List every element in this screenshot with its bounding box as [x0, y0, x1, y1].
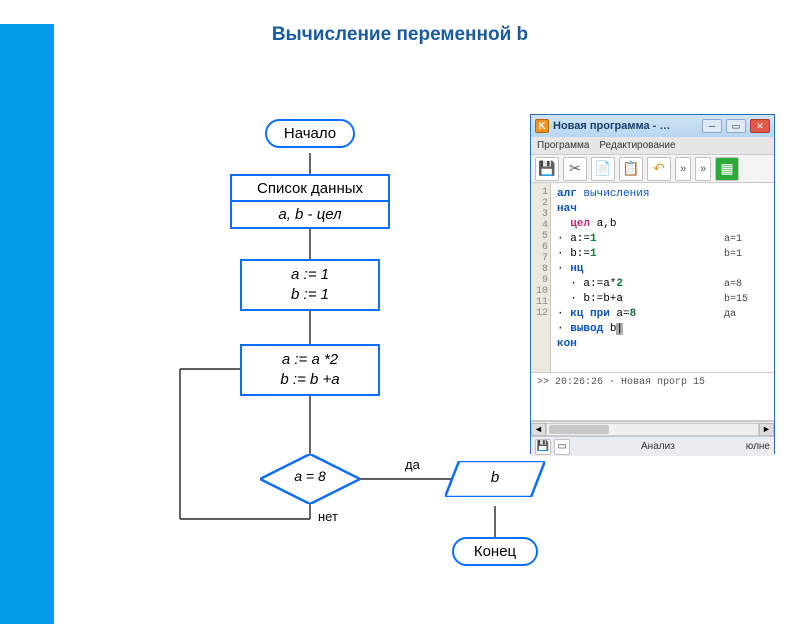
- menubar: Программа Редактирование: [531, 137, 774, 155]
- ln: 9: [533, 275, 548, 286]
- status-right: юлне: [746, 441, 770, 452]
- status-save-icon[interactable]: 💾: [535, 439, 551, 455]
- ln: 1: [533, 187, 548, 198]
- init-box: a := 1 b := 1: [240, 259, 380, 311]
- paste-icon[interactable]: 📋: [619, 157, 643, 181]
- menu-edit[interactable]: Редактирование: [599, 140, 675, 151]
- loop-box: a := a *2 b := b +a: [240, 344, 380, 396]
- scroll-right-icon[interactable]: ►: [759, 423, 774, 436]
- scroll-thumb[interactable]: [549, 425, 609, 434]
- trace-column: a=1 b=1 a=8 b=15 да: [724, 187, 772, 322]
- init-line-1: a := 1: [242, 265, 378, 285]
- status-analysis[interactable]: Анализ: [641, 441, 675, 452]
- yes-label: да: [405, 457, 420, 472]
- scroll-left-icon[interactable]: ◄: [531, 423, 546, 436]
- ln: 6: [533, 242, 548, 253]
- menu-program[interactable]: Программа: [537, 140, 589, 151]
- decorative-sidebar: [0, 24, 54, 624]
- ln: 2: [533, 198, 548, 209]
- ln: 7: [533, 253, 548, 264]
- minimize-button[interactable]: ─: [702, 119, 722, 133]
- app-window: K Новая программа - … ─ ▭ ✕ Программа Ре…: [530, 114, 775, 454]
- ln: 5: [533, 231, 548, 242]
- code-area[interactable]: алг вычисления нач цел a,b · a:=1 · b:=1…: [551, 183, 774, 372]
- page-title: Вычисление переменной b: [0, 24, 800, 46]
- ln: 11: [533, 297, 548, 308]
- scissors-icon[interactable]: ✂: [563, 157, 587, 181]
- console-output: >> 20:26:26 - Новая прогр 15: [531, 373, 774, 421]
- close-button[interactable]: ✕: [750, 119, 770, 133]
- ln: 10: [533, 286, 548, 297]
- loop-line-2: b := b +a: [242, 370, 378, 390]
- statusbar: 💾 ▭ Анализ юлне: [531, 436, 774, 456]
- horizontal-scrollbar[interactable]: ◄ ►: [531, 421, 774, 436]
- window-title: Новая программа - …: [553, 120, 698, 132]
- data-decl: a, b - цел: [278, 206, 341, 223]
- ln: 12: [533, 308, 548, 319]
- toolbar-overflow-2[interactable]: »: [695, 157, 711, 181]
- copy-icon[interactable]: 📄: [591, 157, 615, 181]
- end-terminator: Конец: [452, 537, 538, 566]
- line-gutter: 1 2 3 4 5 6 7 8 9 10 11 12: [531, 183, 551, 372]
- toolbar: 💾 ✂ 📄 📋 ↶ » » ▦: [531, 155, 774, 183]
- no-label: нет: [318, 509, 338, 524]
- start-terminator: Начало: [265, 119, 355, 148]
- data-header: Список данных: [232, 180, 388, 197]
- init-line-2: b := 1: [242, 285, 378, 305]
- status-page-icon[interactable]: ▭: [554, 439, 570, 455]
- ln: 8: [533, 264, 548, 275]
- loop-line-1: a := a *2: [242, 350, 378, 370]
- save-icon[interactable]: 💾: [535, 157, 559, 181]
- editor: 1 2 3 4 5 6 7 8 9 10 11 12 алг вычислени…: [531, 183, 774, 373]
- flowchart: Начало Список данных a, b - цел a := 1 b…: [155, 119, 475, 599]
- output-label: b: [445, 469, 545, 486]
- output-parallelogram: b: [445, 461, 545, 497]
- ln: 3: [533, 209, 548, 220]
- scroll-track[interactable]: [546, 423, 759, 436]
- undo-icon[interactable]: ↶: [647, 157, 671, 181]
- grid-icon[interactable]: ▦: [715, 157, 739, 181]
- maximize-button[interactable]: ▭: [726, 119, 746, 133]
- app-icon: K: [535, 119, 549, 133]
- data-decl-box: a, b - цел: [230, 200, 390, 229]
- decision-diamond: a = 8: [260, 454, 360, 504]
- condition-label: a = 8: [260, 468, 360, 484]
- data-list-box: Список данных: [230, 174, 390, 203]
- toolbar-overflow-1[interactable]: »: [675, 157, 691, 181]
- ln: 4: [533, 220, 548, 231]
- titlebar[interactable]: K Новая программа - … ─ ▭ ✕: [531, 115, 774, 137]
